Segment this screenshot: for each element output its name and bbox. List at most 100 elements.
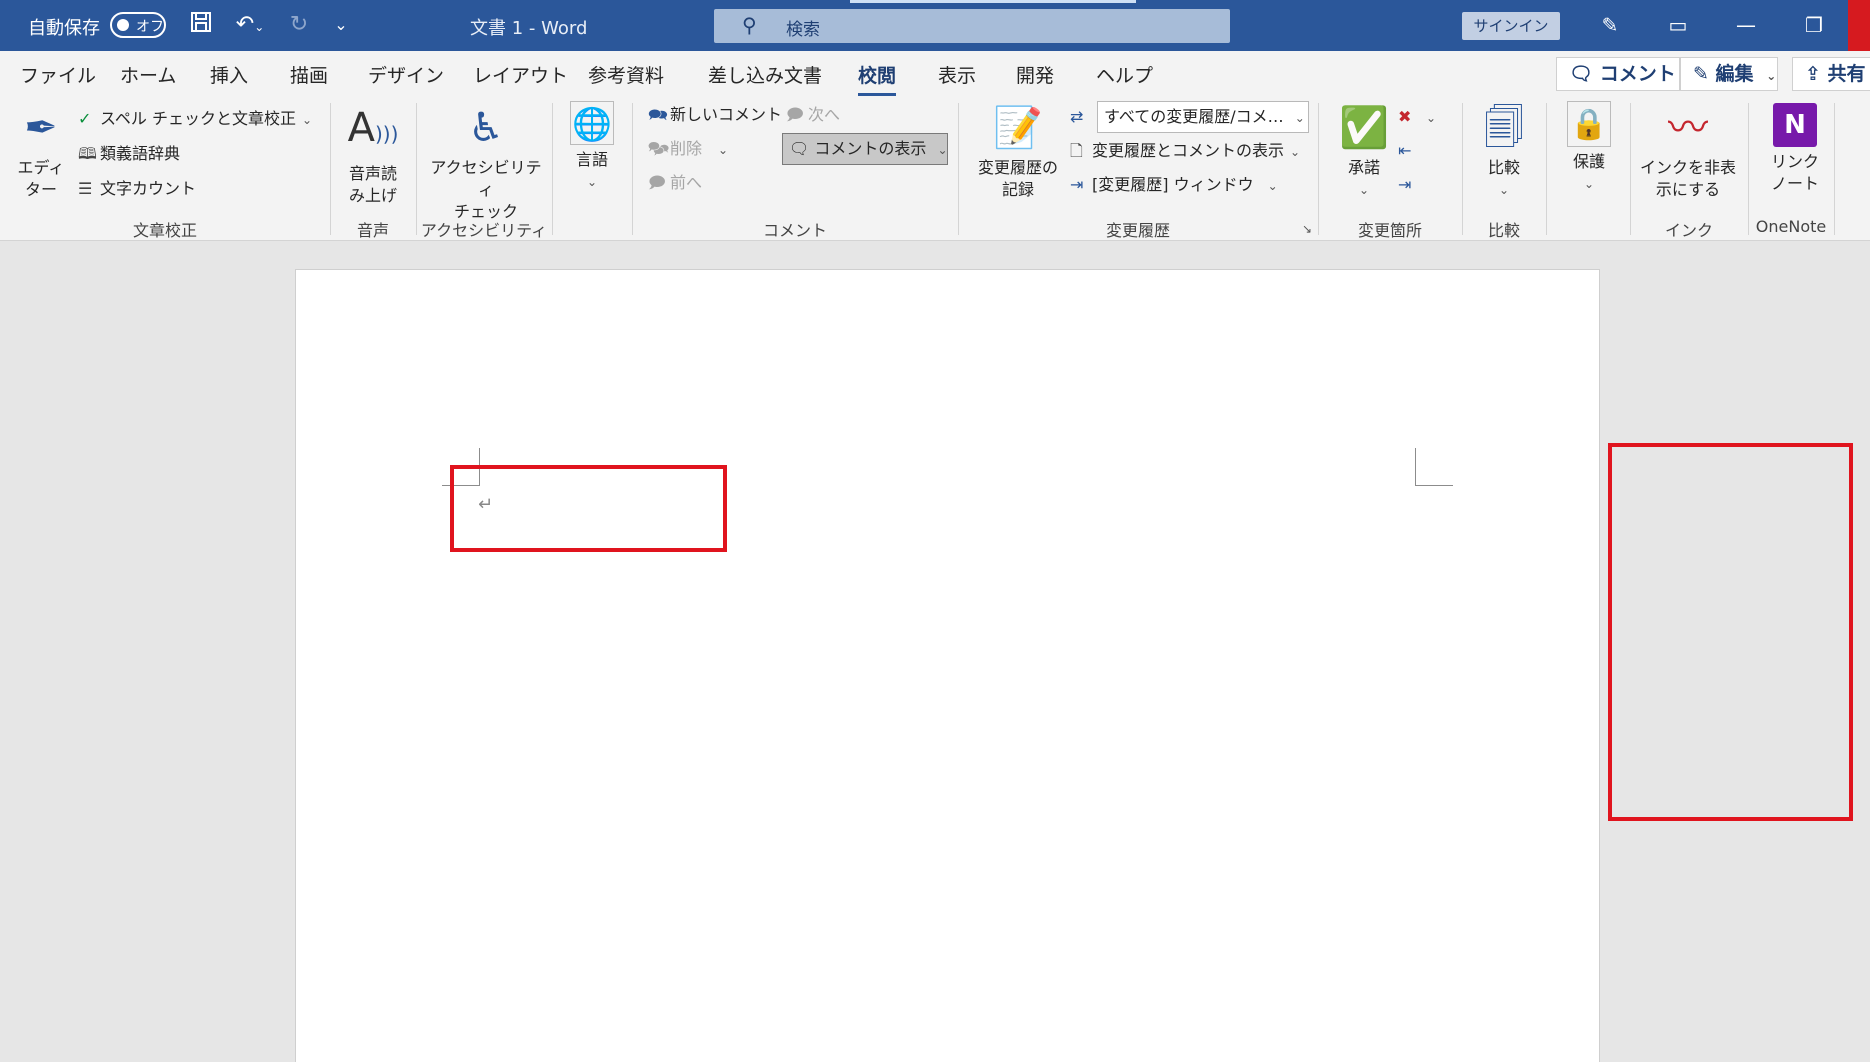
comments-group-label: コメント bbox=[762, 221, 827, 240]
previous-comment-button[interactable]: 🗩 前へ bbox=[648, 171, 702, 195]
tab-mailings[interactable]: 差し込み文書 bbox=[708, 61, 822, 88]
track-changes-button[interactable]: 📝 変更履歴の 記録 bbox=[968, 103, 1068, 201]
previous-change-button[interactable]: ⇤ bbox=[1398, 139, 1420, 163]
language-button[interactable]: 🌐 言語 ⌄ bbox=[560, 101, 624, 193]
tab-file[interactable]: ファイル bbox=[20, 61, 96, 88]
reviewing-pane-button[interactable]: ⇥ [変更履歴] ウィンドウ ⌄ bbox=[1070, 173, 1278, 198]
linked-notes-label: リンク ノート bbox=[1770, 152, 1819, 193]
toggle-knob bbox=[117, 19, 129, 31]
onenote-group-label: OneNote bbox=[1755, 217, 1827, 236]
comment-icon: 🗨 bbox=[1569, 63, 1594, 85]
compare-label: 比較 bbox=[1487, 158, 1520, 177]
protect-button[interactable]: 🔒 保護 ⌄ bbox=[1554, 101, 1624, 195]
show-markup-button[interactable]: 🗋 変更履歴とコメントの表示 ⌄ bbox=[1070, 139, 1300, 164]
show-markup-label: 変更履歴とコメントの表示 bbox=[1092, 141, 1285, 160]
tab-insert[interactable]: 挿入 bbox=[210, 61, 248, 88]
hide-ink-button[interactable]: 〰 インクを非表 示にする bbox=[1638, 103, 1738, 201]
reject-button[interactable]: ✖ ⌄ bbox=[1398, 105, 1436, 130]
editing-mode-button[interactable]: ✎ 編集 ⌄ bbox=[1680, 57, 1778, 91]
editor-button[interactable]: ✒ エディ ター bbox=[10, 103, 72, 201]
accessibility-check-button[interactable]: ♿ アクセシビリティ チェック bbox=[424, 103, 548, 223]
tab-help[interactable]: ヘルプ bbox=[1096, 61, 1153, 88]
search-icon: ⚲ bbox=[742, 13, 757, 37]
tab-developer[interactable]: 開発 bbox=[1016, 61, 1054, 88]
reviewing-pane-label: [変更履歴] ウィンドウ bbox=[1092, 175, 1254, 194]
group-separator bbox=[1630, 103, 1631, 235]
tab-draw[interactable]: 描画 bbox=[290, 61, 328, 88]
chevron-down-icon: ⌄ bbox=[586, 175, 598, 189]
next-change-icon: ⇥ bbox=[1398, 175, 1412, 194]
compare-icon: 🗐 bbox=[1484, 105, 1524, 151]
restore-icon[interactable]: ❐ bbox=[1794, 8, 1834, 42]
customize-quick-access-icon[interactable]: ⌄ bbox=[330, 10, 352, 40]
redo-icon[interactable]: ↻ bbox=[284, 10, 314, 40]
markup-select[interactable]: すべての変更履歴/コメ… ⌄ bbox=[1097, 101, 1309, 133]
chevron-down-icon: ⌄ bbox=[1294, 111, 1305, 125]
hide-ink-label: インクを非表 示にする bbox=[1639, 158, 1736, 199]
highlight-edge bbox=[1848, 0, 1870, 51]
ribbon-tabs: ファイル ホーム 挿入 描画 デザイン レイアウト 参考資料 差し込み文書 校閲… bbox=[0, 51, 1870, 99]
next-change-button[interactable]: ⇥ bbox=[1398, 173, 1420, 197]
group-separator bbox=[958, 103, 959, 235]
pen-icon[interactable]: ✎ bbox=[1590, 8, 1630, 42]
compare-button[interactable]: 🗐 比較 ⌄ bbox=[1470, 103, 1538, 201]
title-bar: 自動保存 オフ ↶⌄ ↻ ⌄ 文書 1 - Word ⚲ 検索 サインイン ✎ … bbox=[0, 0, 1870, 51]
share-button[interactable]: ⇪ 共有 bbox=[1792, 57, 1870, 91]
delete-comment-icon: 🗫 bbox=[648, 139, 670, 158]
undo-icon[interactable]: ↶⌄ bbox=[228, 10, 272, 42]
spellcheck-icon: ✓ bbox=[78, 109, 92, 128]
spelling-label: スペル チェックと文章校正 bbox=[100, 109, 296, 128]
document-page[interactable] bbox=[295, 269, 1600, 1062]
spelling-button[interactable]: ✓ スペル チェックと文章校正 ⌄ bbox=[78, 107, 312, 132]
show-comments-button[interactable]: 🗨 コメントの表示 ⌄ bbox=[782, 133, 948, 165]
chevron-down-icon: ⌄ bbox=[1766, 69, 1777, 83]
minimize-icon[interactable]: — bbox=[1726, 8, 1766, 42]
group-separator bbox=[416, 103, 417, 235]
tab-references[interactable]: 参考資料 bbox=[588, 61, 664, 88]
track-changes-label: 変更履歴の 記録 bbox=[977, 158, 1058, 199]
previous-comment-icon: 🗩 bbox=[648, 173, 666, 192]
dialog-launcher-icon[interactable]: ↘ bbox=[1302, 217, 1312, 241]
comments-button[interactable]: 🗨 コメント bbox=[1556, 57, 1680, 91]
autosave-toggle[interactable]: オフ bbox=[110, 12, 166, 38]
tab-review[interactable]: 校閲 bbox=[858, 61, 897, 96]
delete-comment-button[interactable]: 🗫削除 ⌄ bbox=[648, 137, 728, 162]
new-comment-button[interactable]: 🗪 新しいコメント bbox=[648, 103, 782, 127]
ribbon-display-icon[interactable]: ▭ bbox=[1658, 8, 1698, 42]
tab-design[interactable]: デザイン bbox=[368, 61, 444, 88]
search-box[interactable]: ⚲ 検索 bbox=[714, 0, 1230, 43]
markup-icon-wrap: ⇄ bbox=[1070, 105, 1092, 129]
compare-group-label: 比較 bbox=[1487, 221, 1520, 240]
wordcount-button[interactable]: ☰ 文字カウント bbox=[78, 177, 196, 201]
delete-comment-label: 削除 bbox=[670, 139, 703, 158]
group-separator bbox=[1834, 103, 1835, 235]
chevron-down-icon: ⌄ bbox=[1426, 111, 1437, 125]
tab-view[interactable]: 表示 bbox=[938, 61, 976, 88]
thesaurus-button[interactable]: 🕮 類義語辞典 bbox=[78, 142, 180, 166]
previous-comment-label: 前へ bbox=[670, 173, 703, 192]
save-icon[interactable] bbox=[186, 10, 216, 43]
group-separator bbox=[1462, 103, 1463, 235]
highlight-box-cursor bbox=[450, 465, 727, 552]
proofing-group-label: 文章校正 bbox=[132, 221, 197, 240]
markup-select-value: すべての変更履歴/コメ… bbox=[1104, 107, 1284, 126]
language-globe-icon: 🌐 bbox=[570, 101, 614, 145]
signin-button[interactable]: サインイン bbox=[1462, 12, 1560, 40]
chevron-down-icon: ⌄ bbox=[718, 143, 729, 157]
accept-button[interactable]: ✅ 承諾 ⌄ bbox=[1330, 103, 1398, 201]
read-aloud-button[interactable]: A))) 音声読 み上げ bbox=[338, 103, 408, 207]
accessibility-group-label: アクセシビリティ bbox=[420, 221, 548, 240]
accessibility-icon: ♿ bbox=[468, 105, 504, 151]
speech-group-label: 音声 bbox=[356, 221, 389, 240]
markup-icon: ⇄ bbox=[1070, 107, 1084, 126]
accessibility-check-label: アクセシビリティ チェック bbox=[430, 158, 542, 221]
ink-group-label: インク bbox=[1664, 221, 1713, 240]
linked-notes-button[interactable]: N リンク ノート bbox=[1754, 103, 1836, 195]
lock-icon: 🔒 bbox=[1567, 101, 1611, 147]
accept-icon: ✅ bbox=[1339, 105, 1389, 151]
autosave-state: オフ bbox=[136, 19, 164, 35]
next-comment-button[interactable]: 🗩 次へ bbox=[786, 103, 840, 127]
track-changes-icon: 📝 bbox=[993, 105, 1043, 151]
tab-layout[interactable]: レイアウト bbox=[473, 61, 568, 88]
tab-home[interactable]: ホーム bbox=[120, 61, 176, 88]
